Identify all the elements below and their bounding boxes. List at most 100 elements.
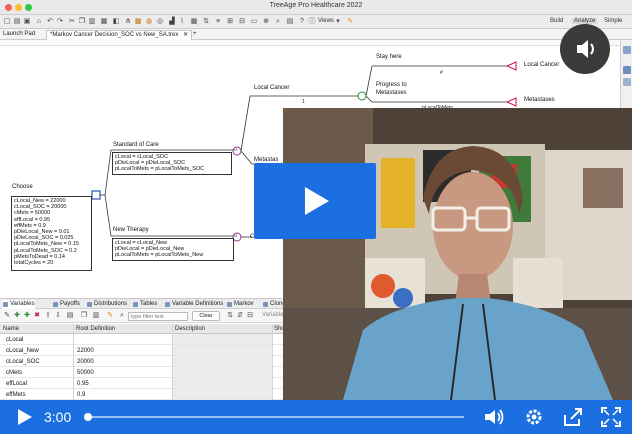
- copy-icon[interactable]: ❐: [80, 311, 88, 320]
- column-header-description[interactable]: Description: [175, 326, 205, 332]
- terminal-node-mets[interactable]: [505, 97, 517, 107]
- paste-icon[interactable]: ▥: [92, 311, 100, 320]
- properties-icon[interactable]: [623, 66, 631, 74]
- progress-knob[interactable]: [84, 413, 92, 421]
- views-menu[interactable]: Views: [318, 18, 334, 24]
- expand-icon[interactable]: ⊞: [226, 17, 234, 26]
- print-icon[interactable]: ▦: [100, 17, 108, 26]
- chevron-down-icon[interactable]: ▾: [334, 17, 342, 26]
- variable-name-cell: effMets: [6, 392, 26, 398]
- clear-button[interactable]: Clear: [192, 311, 220, 321]
- column-header-name[interactable]: Name: [3, 326, 19, 332]
- sort-icon[interactable]: ⇅: [202, 17, 210, 26]
- panel-tab-tables[interactable]: Tables: [132, 300, 157, 309]
- chance-node-local[interactable]: [357, 91, 367, 101]
- presenter-video-frame: [283, 108, 632, 400]
- notes-icon[interactable]: [623, 78, 631, 86]
- open-icon[interactable]: ▤: [13, 17, 21, 26]
- terminal-node-local[interactable]: [505, 61, 517, 71]
- column-header-root-definition[interactable]: Root Definition: [76, 326, 115, 332]
- redo-icon[interactable]: ↷: [56, 17, 64, 26]
- zoom-icon[interactable]: ⊕: [262, 17, 270, 26]
- find-icon[interactable]: ⌕: [274, 17, 282, 26]
- panel-tab-variables[interactable]: Variables: [2, 300, 35, 309]
- format-icon[interactable]: ▭: [250, 17, 258, 26]
- panel-tab-distributions[interactable]: Distributions: [86, 300, 127, 309]
- add-child-icon[interactable]: ✚: [23, 311, 31, 320]
- help-icon[interactable]: ?: [298, 17, 306, 26]
- cut-icon[interactable]: ✂: [68, 17, 76, 26]
- info-icon[interactable]: ⓘ: [308, 17, 316, 26]
- collapse-icon[interactable]: ⊟: [238, 17, 246, 26]
- video-controls-bar: 3:00: [0, 400, 632, 434]
- outline-icon[interactable]: [623, 46, 631, 54]
- volume-icon[interactable]: [482, 405, 506, 429]
- table-icon[interactable]: ▤: [286, 17, 294, 26]
- filter-input[interactable]: [128, 312, 188, 321]
- variable-name-cell: cLocal_New: [6, 348, 39, 354]
- panel-tab-payoffs[interactable]: Payoffs: [52, 300, 80, 309]
- tree-icon[interactable]: ⋔: [124, 17, 132, 26]
- soc-definitions-box[interactable]: cLocal = cLocal_SOC pDieLocal = pDieLoca…: [112, 152, 232, 175]
- delete-icon[interactable]: ✖: [33, 311, 41, 320]
- copy-icon[interactable]: ❐: [78, 17, 86, 26]
- volume-icon[interactable]: [560, 24, 610, 74]
- markov-marker: M: [234, 147, 238, 152]
- state-local-cancer-label[interactable]: Local Cancer: [254, 85, 289, 91]
- edit-icon[interactable]: ✎: [3, 311, 11, 320]
- collapse-all-icon[interactable]: ⊟: [246, 311, 254, 320]
- strategy-soc-label[interactable]: Standard of Care: [113, 142, 159, 148]
- definition-line: pLocalToMets_New = 0.15: [14, 241, 79, 248]
- new-tab-button[interactable]: +: [190, 30, 200, 40]
- variable-name-cell: cMets: [6, 370, 23, 376]
- sort-desc-icon[interactable]: ⇵: [236, 311, 244, 320]
- fullscreen-icon[interactable]: [599, 405, 623, 429]
- volume-glyph: [577, 40, 594, 58]
- markov-marker: M: [234, 233, 238, 238]
- close-tab-icon[interactable]: ✕: [183, 32, 188, 38]
- root-node-label[interactable]: Choose: [12, 184, 33, 190]
- undo-icon[interactable]: ↶: [46, 17, 54, 26]
- new-icon[interactable]: ▢: [3, 17, 11, 26]
- play-button[interactable]: [254, 163, 376, 239]
- play-icon[interactable]: [12, 405, 36, 429]
- strategy-new-label[interactable]: New Therapy: [113, 227, 149, 233]
- analysis-icon[interactable]: ◍: [145, 17, 153, 26]
- settings-icon[interactable]: [522, 405, 546, 429]
- align-icon[interactable]: ≡: [214, 17, 222, 26]
- variable-name-cell: cLocal: [6, 337, 24, 343]
- wand-icon[interactable]: ✎: [346, 17, 354, 26]
- line-chart-icon[interactable]: ⌇: [178, 17, 186, 26]
- chart-icon[interactable]: ▟: [168, 17, 176, 26]
- progress-track[interactable]: [86, 416, 464, 418]
- node-icon[interactable]: ◧: [112, 17, 120, 26]
- branch-stay-label[interactable]: Stay here: [376, 54, 402, 60]
- sort-icon[interactable]: ⇅: [226, 311, 234, 320]
- add-icon[interactable]: ✚: [13, 311, 21, 320]
- panel-tab-markov[interactable]: Markov: [226, 300, 254, 309]
- webcam-video[interactable]: [283, 108, 632, 400]
- terminal-local-label[interactable]: Local Cancer: [524, 62, 559, 68]
- root-definitions-box[interactable]: cLocal_New = 22000 cLocal_SOC = 20000 cM…: [11, 196, 92, 271]
- calculator-icon[interactable]: ▩: [134, 17, 142, 26]
- target-icon[interactable]: ◎: [156, 17, 164, 26]
- paste-icon[interactable]: ▥: [88, 17, 96, 26]
- grid-icon[interactable]: ▦: [190, 17, 198, 26]
- tab-launch-pad[interactable]: Launch Pad: [0, 30, 38, 40]
- save-icon[interactable]: ▣: [23, 17, 31, 26]
- share-icon[interactable]: [561, 405, 585, 429]
- home-icon[interactable]: ⌂: [35, 17, 43, 26]
- panel-tab-variable-definitions[interactable]: Variable Definitions: [164, 300, 223, 309]
- branch-progress-label[interactable]: Progress to Metastases: [376, 81, 420, 97]
- new-definitions-box[interactable]: cLocal = cLocal_New pDieLocal = pDieLoca…: [112, 238, 234, 261]
- filter-icon[interactable]: ⌕: [118, 311, 126, 320]
- move-down-icon[interactable]: ⇩: [54, 311, 62, 320]
- terminal-mets-label[interactable]: Metastases: [524, 97, 555, 103]
- variable-definition-cell: 0.95: [77, 381, 89, 387]
- decision-node[interactable]: [91, 190, 101, 200]
- main-toolbar: ▢ ▤ ▣ ⌂ ↶ ↷ ✂ ❐ ▥ ▦ ◧ ⋔ ▩ ◍ ◎ ▟ ⌇ ▦ ⇅ ≡ …: [0, 15, 632, 29]
- tab-markov-model[interactable]: *Markov Cancer Decision_SOC vs New_SA.tr…: [46, 30, 193, 40]
- wand-icon[interactable]: ✎: [106, 311, 114, 320]
- import-icon[interactable]: ▤: [66, 311, 74, 320]
- move-up-icon[interactable]: ⇧: [44, 311, 52, 320]
